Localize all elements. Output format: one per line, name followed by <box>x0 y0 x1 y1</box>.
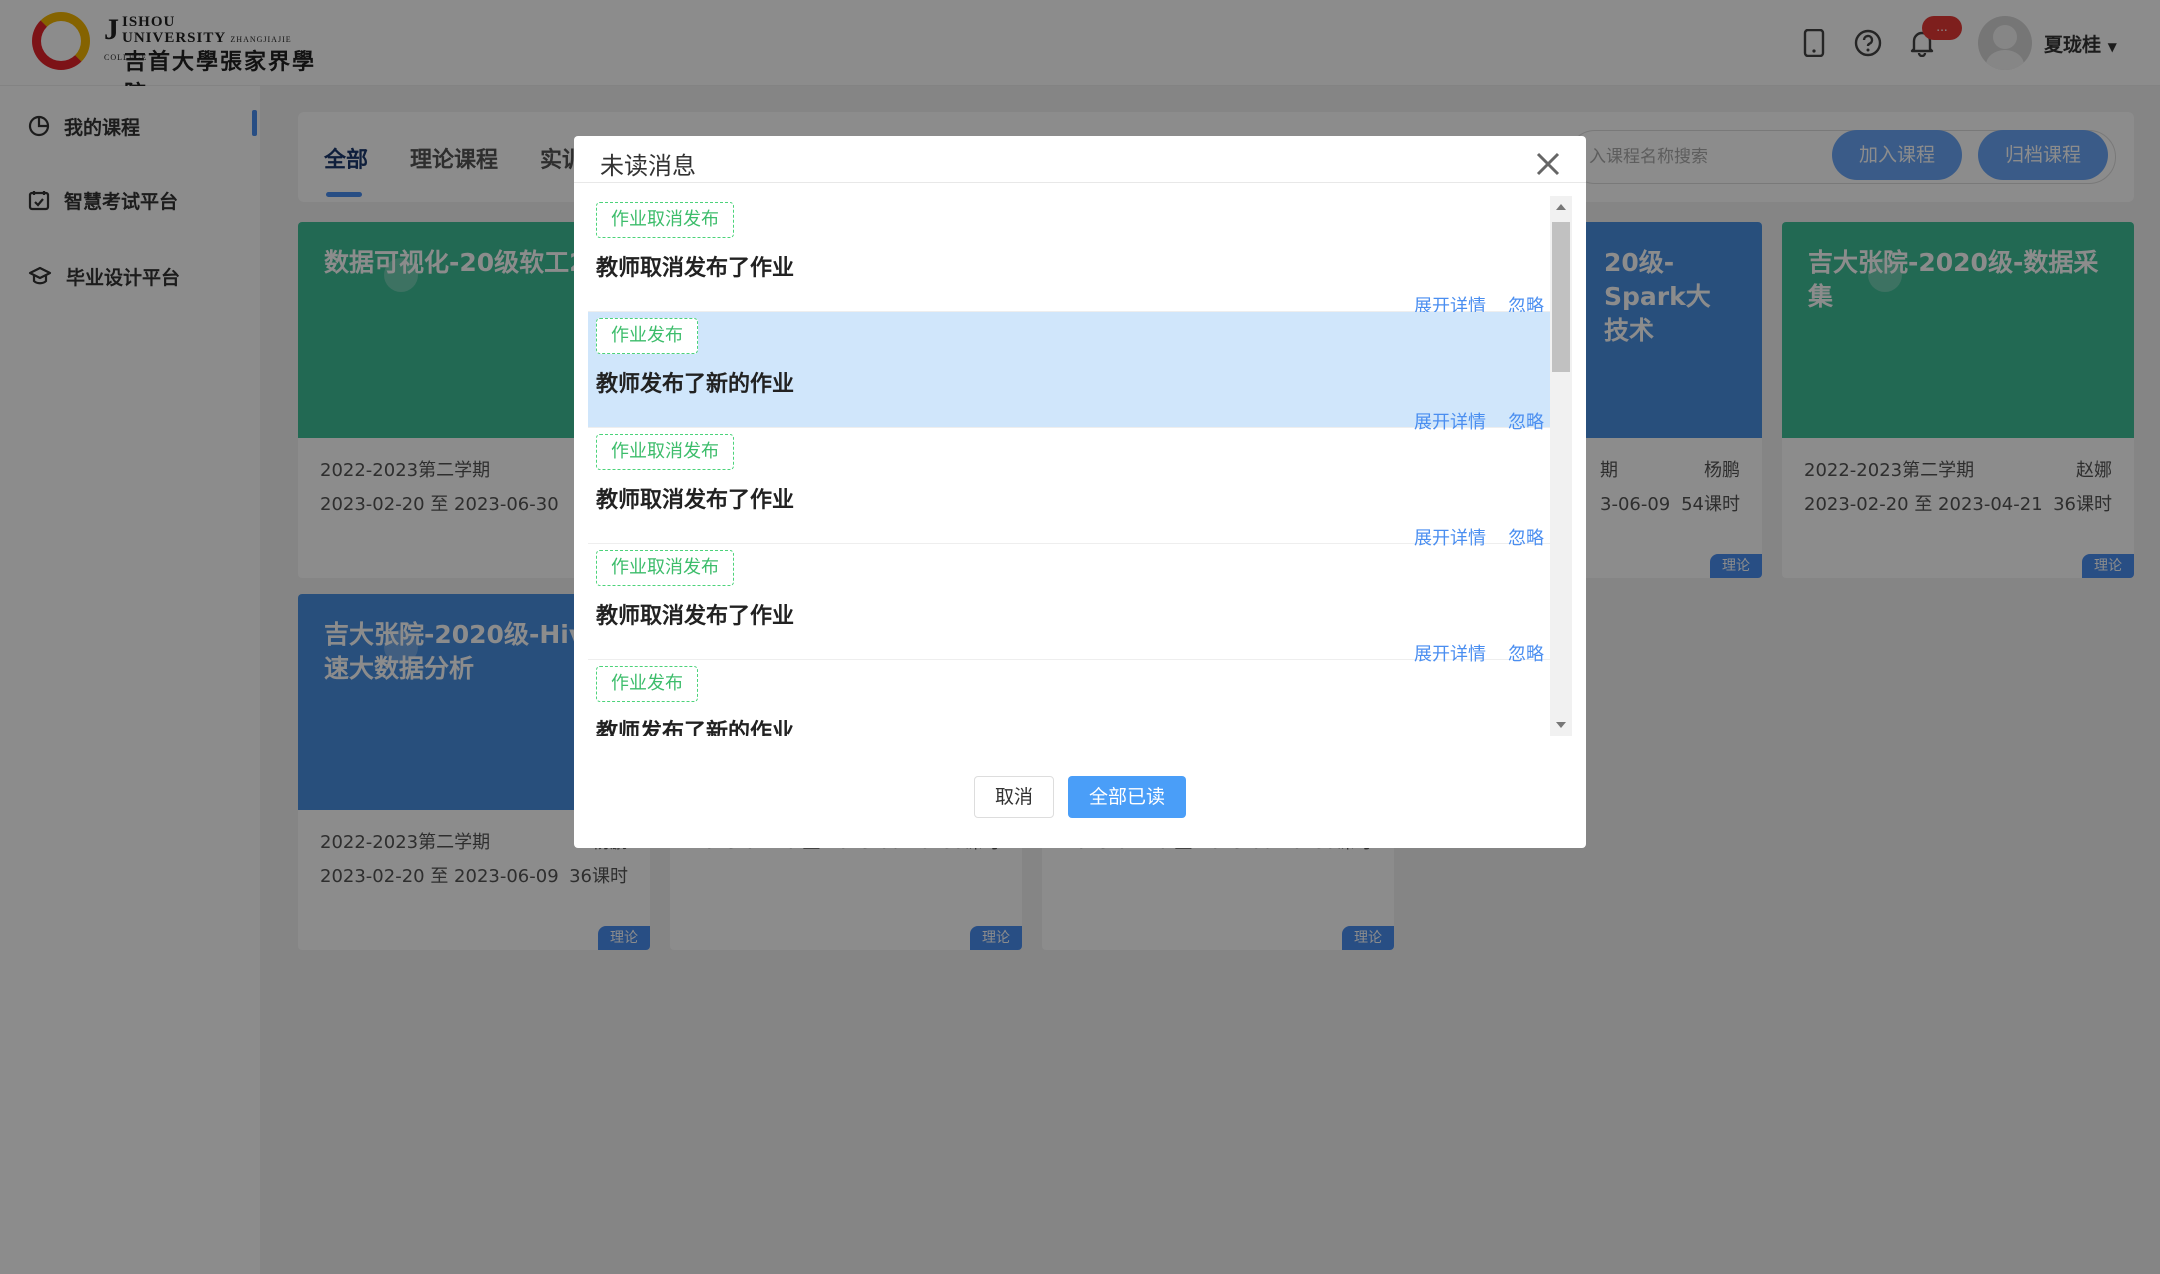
message-text: 教师发布了新的作业 <box>596 372 795 397</box>
message-list-scrollbar[interactable] <box>1550 196 1572 736</box>
message-type-tag: 作业发布 <box>596 318 698 354</box>
close-icon[interactable] <box>1524 140 1572 188</box>
message-item: 作业取消发布 教师取消发布了作业 展开详情 忽略 <box>588 428 1550 549</box>
message-item: 作业发布 教师发布了新的作业 展开详情 忽略 <box>588 312 1550 433</box>
message-type-tag: 作业取消发布 <box>596 550 734 586</box>
message-text: 教师取消发布了作业 <box>596 604 795 629</box>
dialog-divider <box>574 182 1586 183</box>
message-item: 作业取消发布 教师取消发布了作业 展开详情 忽略 <box>588 544 1550 665</box>
message-text: 教师取消发布了作业 <box>596 256 795 281</box>
cancel-button[interactable]: 取消 <box>974 776 1054 818</box>
unread-messages-dialog: 未读消息 作业取消发布 教师取消发布了作业 展开详情 忽略 作业发布 教师发布了… <box>574 136 1586 848</box>
mark-all-read-button[interactable]: 全部已读 <box>1068 776 1186 818</box>
message-type-tag: 作业取消发布 <box>596 434 734 470</box>
message-text: 教师取消发布了作业 <box>596 488 795 513</box>
scroll-down-arrow-icon[interactable] <box>1556 722 1566 728</box>
scroll-up-arrow-icon[interactable] <box>1556 204 1566 210</box>
message-type-tag: 作业发布 <box>596 666 698 702</box>
message-item: 作业取消发布 教师取消发布了作业 展开详情 忽略 <box>588 196 1550 317</box>
message-type-tag: 作业取消发布 <box>596 202 734 238</box>
scrollbar-thumb[interactable] <box>1552 222 1570 372</box>
message-text: 教师发布了新的作业 <box>596 720 795 736</box>
message-list[interactable]: 作业取消发布 教师取消发布了作业 展开详情 忽略 作业发布 教师发布了新的作业 … <box>588 196 1550 736</box>
message-item: 作业发布 教师发布了新的作业 <box>588 660 1550 736</box>
